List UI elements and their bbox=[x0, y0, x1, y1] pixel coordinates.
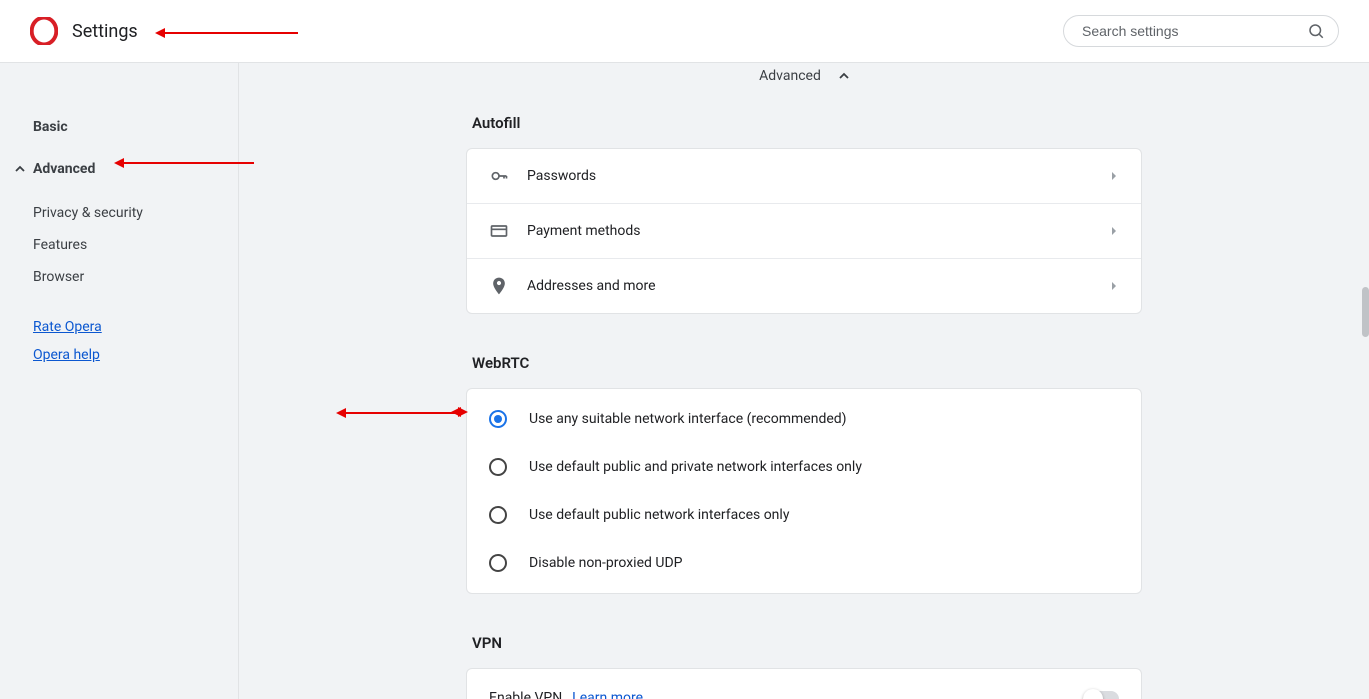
section-title: VPN bbox=[472, 634, 1142, 652]
location-pin-icon bbox=[489, 276, 509, 296]
sidebar-item-features[interactable]: Features bbox=[0, 229, 238, 261]
annotation-arrow-sidebar bbox=[124, 162, 254, 164]
sidebar-link-rate[interactable]: Rate Opera bbox=[0, 313, 238, 341]
annotation-arrow-header bbox=[165, 32, 298, 34]
sidebar-item-basic[interactable]: Basic bbox=[0, 111, 238, 143]
radio-unselected-icon bbox=[489, 554, 507, 572]
section-title: WebRTC bbox=[472, 354, 1142, 372]
radio-unselected-icon bbox=[489, 458, 507, 476]
search-container bbox=[1063, 15, 1339, 47]
radio-label: Use default public network interfaces on… bbox=[529, 507, 789, 523]
row-label: Addresses and more bbox=[527, 278, 656, 294]
credit-card-icon bbox=[489, 221, 509, 241]
vpn-enable-label: Enable VPN bbox=[489, 690, 562, 699]
radio-label: Disable non-proxied UDP bbox=[529, 555, 682, 571]
radio-label: Use any suitable network interface (reco… bbox=[529, 411, 847, 427]
chevron-right-icon bbox=[1109, 171, 1119, 181]
radio-unselected-icon bbox=[489, 506, 507, 524]
advanced-toggle[interactable]: Advanced bbox=[239, 63, 1369, 114]
chevron-up-icon bbox=[839, 71, 849, 81]
key-icon bbox=[489, 166, 509, 186]
vpn-learn-more-link[interactable]: Learn more bbox=[572, 690, 643, 699]
chevron-right-icon bbox=[1109, 281, 1119, 291]
row-addresses[interactable]: Addresses and more bbox=[467, 259, 1141, 313]
sidebar-item-label: Advanced bbox=[33, 161, 95, 177]
row-label: Passwords bbox=[527, 168, 596, 184]
chevron-right-icon bbox=[1109, 226, 1119, 236]
vpn-enable-row: Enable VPN Learn more Browse with VPN to… bbox=[467, 669, 1141, 699]
row-payment[interactable]: Payment methods bbox=[467, 204, 1141, 259]
row-passwords[interactable]: Passwords bbox=[467, 149, 1141, 204]
chevron-up-icon bbox=[15, 164, 25, 174]
sidebar-item-browser[interactable]: Browser bbox=[0, 261, 238, 293]
opera-logo-icon bbox=[30, 17, 58, 45]
sidebar: Basic Advanced Privacy & security Featur… bbox=[0, 63, 239, 699]
radio-selected-icon bbox=[489, 410, 507, 428]
sidebar-item-label: Privacy & security bbox=[33, 205, 143, 221]
sidebar-item-label: Browser bbox=[33, 269, 84, 285]
sidebar-item-privacy[interactable]: Privacy & security bbox=[0, 197, 238, 229]
scrollbar-thumb[interactable] bbox=[1362, 287, 1369, 337]
sidebar-item-label: Basic bbox=[33, 119, 68, 135]
section-title: Autofill bbox=[472, 114, 1142, 132]
search-input[interactable] bbox=[1063, 15, 1339, 47]
webrtc-option-disable[interactable]: Disable non-proxied UDP bbox=[467, 539, 1141, 587]
search-icon bbox=[1307, 22, 1325, 40]
radio-label: Use default public and private network i… bbox=[529, 459, 862, 475]
page-title: Settings bbox=[72, 21, 138, 42]
advanced-toggle-label: Advanced bbox=[759, 68, 821, 84]
section-vpn: VPN Enable VPN Learn more Browse with VP… bbox=[466, 634, 1142, 699]
webrtc-option-pub[interactable]: Use default public network interfaces on… bbox=[467, 491, 1141, 539]
webrtc-card: Use any suitable network interface (reco… bbox=[466, 388, 1142, 594]
sidebar-item-label: Features bbox=[33, 237, 87, 253]
vpn-card: Enable VPN Learn more Browse with VPN to… bbox=[466, 668, 1142, 699]
webrtc-option-any[interactable]: Use any suitable network interface (reco… bbox=[467, 395, 1141, 443]
main-content: Advanced Autofill Passwords Payment meth… bbox=[239, 63, 1369, 699]
vpn-toggle[interactable] bbox=[1083, 691, 1119, 699]
autofill-card: Passwords Payment methods Addresses and … bbox=[466, 148, 1142, 314]
annotation-arrow-webrtc bbox=[346, 412, 459, 414]
section-webrtc: WebRTC Use any suitable network interfac… bbox=[466, 354, 1142, 594]
sidebar-link-help[interactable]: Opera help bbox=[0, 341, 238, 369]
row-label: Payment methods bbox=[527, 223, 640, 239]
webrtc-option-pubpriv[interactable]: Use default public and private network i… bbox=[467, 443, 1141, 491]
section-autofill: Autofill Passwords Payment methods Addre… bbox=[466, 114, 1142, 314]
header: Settings bbox=[0, 0, 1369, 63]
